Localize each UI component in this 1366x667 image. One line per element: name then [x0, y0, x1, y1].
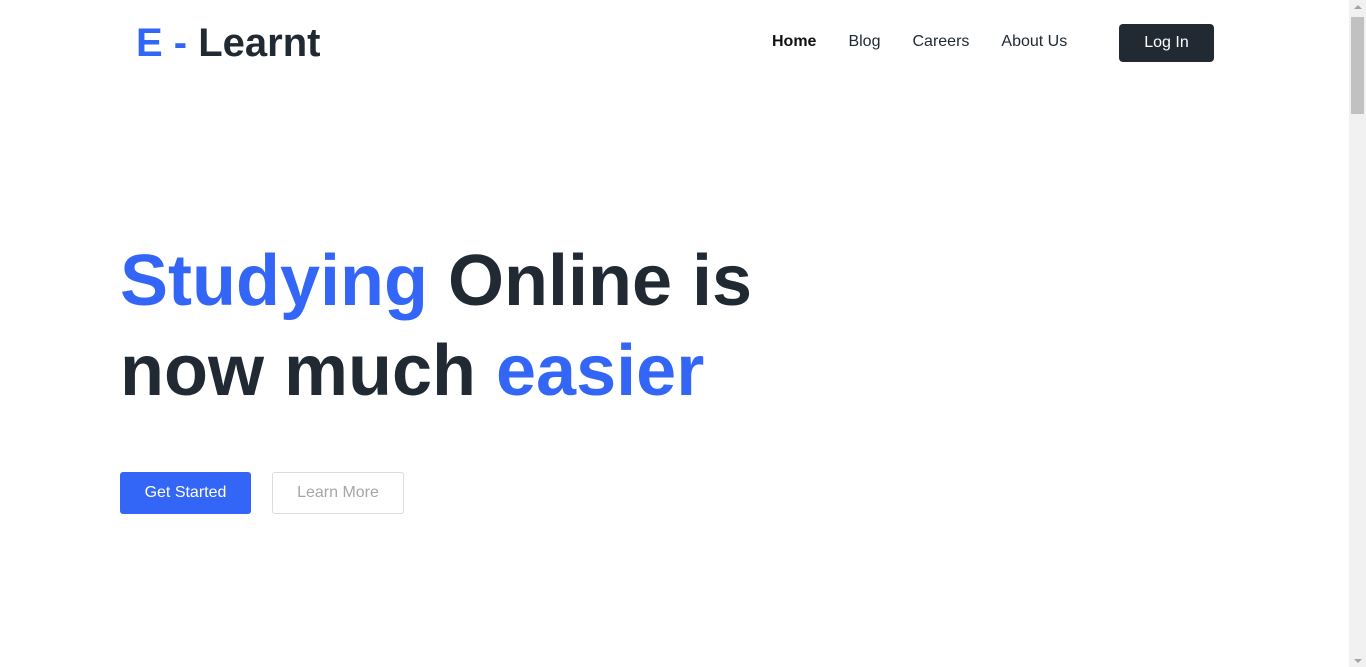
brand-prefix: E -: [136, 21, 188, 65]
get-started-button[interactable]: Get Started: [120, 472, 251, 514]
brand-logo[interactable]: E - Learnt: [136, 20, 321, 66]
nav-item-blog[interactable]: Blog: [848, 31, 880, 53]
scroll-thumb[interactable]: [1351, 17, 1364, 114]
page: E - Learnt Home Blog Careers About Us Lo…: [0, 0, 1349, 667]
nav-item-careers[interactable]: Careers: [912, 31, 969, 53]
arrow-down-icon[interactable]: [1354, 659, 1362, 663]
hero-title-highlight-2: easier: [496, 331, 705, 411]
brand-name: Learnt: [198, 21, 321, 65]
hero-title-highlight-1: Studying: [120, 241, 428, 321]
nav-item-about-us[interactable]: About Us: [1001, 31, 1067, 53]
main-nav: Home Blog Careers About Us: [772, 31, 1067, 53]
nav-item-home[interactable]: Home: [772, 31, 816, 53]
vertical-scrollbar[interactable]: [1349, 0, 1366, 667]
learn-more-button[interactable]: Learn More: [272, 472, 404, 514]
login-button[interactable]: Log In: [1119, 24, 1214, 62]
arrow-up-icon[interactable]: [1354, 5, 1362, 9]
hero-title: Studying Online is now much easier: [120, 236, 840, 416]
